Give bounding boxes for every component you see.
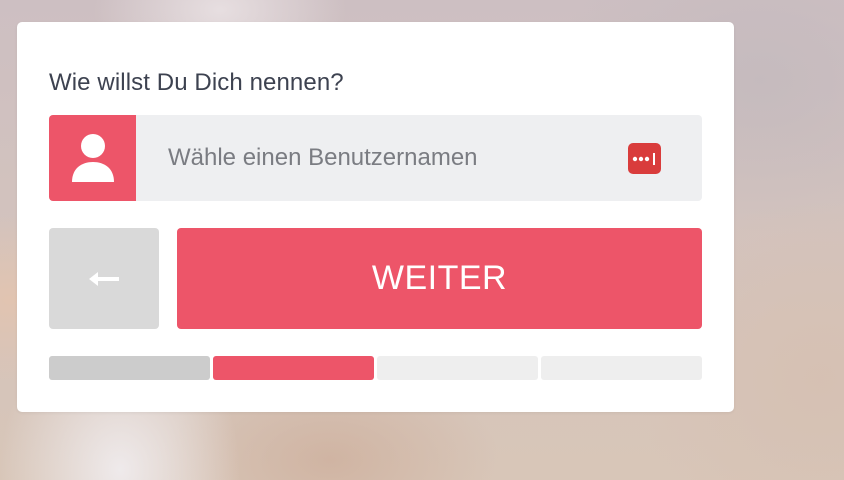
progress-step: [213, 356, 374, 380]
arrow-left-icon: [89, 271, 119, 286]
progress-bar: [49, 356, 702, 380]
progress-step: [49, 356, 210, 380]
next-button[interactable]: WEITER: [177, 228, 702, 329]
signup-card: Wie willst Du Dich nennen? Wähle einen B…: [17, 22, 734, 412]
username-input-group: [49, 115, 702, 201]
next-button-label: WEITER: [371, 259, 508, 297]
password-manager-icon[interactable]: [628, 143, 661, 174]
progress-step: [377, 356, 538, 380]
username-field: [136, 115, 702, 201]
back-button[interactable]: [49, 228, 159, 329]
user-icon-box: [49, 115, 136, 201]
username-input[interactable]: [136, 115, 702, 201]
question-label: Wie willst Du Dich nennen?: [49, 69, 344, 96]
user-icon: [71, 134, 114, 182]
progress-step: [541, 356, 702, 380]
